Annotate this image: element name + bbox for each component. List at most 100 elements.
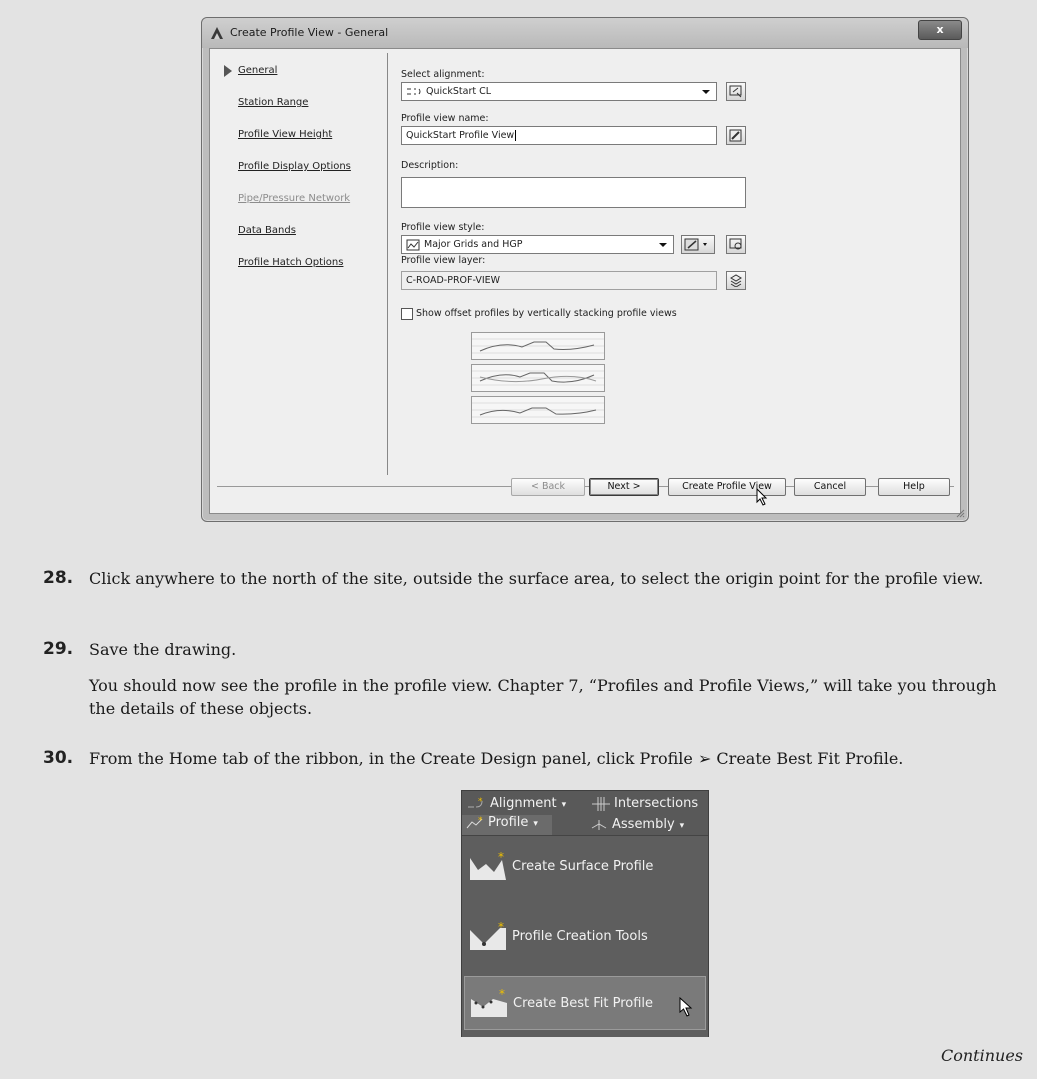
step-30: 30. From the Home tab of the ribbon, in … — [43, 747, 1009, 770]
profile-view-layer-label: Profile view layer: — [401, 255, 486, 266]
profile-label: Profile — [488, 815, 529, 830]
dialog-titlebar[interactable]: Create Profile View - General x — [202, 18, 968, 48]
nav-item-label: Pipe/Pressure Network — [238, 193, 351, 204]
step-29: 29. Save the drawing. — [43, 638, 1009, 661]
profile-view-style-label: Profile view style: — [401, 222, 485, 233]
step-number: 30. — [43, 748, 74, 768]
layers-icon — [730, 274, 742, 287]
profile-view-name-label: Profile view name: — [401, 113, 489, 124]
nav-item-data-bands[interactable]: Data Bands — [224, 225, 384, 257]
chevron-down-icon — [702, 90, 710, 94]
civil3d-app-icon — [211, 27, 223, 39]
nav-divider — [387, 53, 388, 475]
alignment-icon — [407, 88, 421, 95]
cancel-button[interactable]: Cancel — [794, 478, 866, 496]
profile-view-name-value: QuickStart Profile View — [406, 130, 515, 141]
nav-item-general[interactable]: General — [224, 65, 384, 97]
step-number: 28. — [43, 568, 74, 588]
ribbon-create-design-panel: * Alignment ▾ Intersections * Profile ▾ As… — [461, 790, 709, 1037]
profile-icon: * — [466, 816, 483, 828]
close-button[interactable]: x — [918, 20, 962, 40]
style-value: Major Grids and HGP — [424, 239, 523, 250]
menu-item-create-best-fit-profile[interactable]: * Create Best Fit Profile — [464, 976, 706, 1030]
surface-profile-icon: * — [470, 852, 506, 880]
svg-text:*: * — [498, 852, 504, 864]
nav-item-label: Profile Display Options — [238, 161, 351, 172]
mouse-pointer-icon — [756, 488, 768, 506]
svg-text:*: * — [478, 797, 483, 807]
create-profile-view-button[interactable]: Create Profile View — [668, 478, 786, 496]
help-button[interactable]: Help — [878, 478, 950, 496]
nav-item-label: Profile Hatch Options — [238, 257, 344, 268]
chevron-down-icon — [659, 243, 667, 247]
chevron-down-icon: ▾ — [533, 819, 538, 829]
profile-menu-button[interactable]: * Profile ▾ — [462, 815, 552, 835]
menu-item-label: Create Surface Profile — [512, 859, 654, 874]
mouse-pointer-icon — [679, 997, 693, 1017]
profile-preview-graphic — [472, 338, 604, 354]
chevron-down-icon: ▾ — [679, 821, 685, 831]
dialog-title: Create Profile View - General — [230, 26, 389, 39]
profile-view-name-input[interactable]: QuickStart Profile View — [401, 126, 717, 145]
profile-preview-graphic — [472, 370, 604, 386]
select-alignment-label: Select alignment: — [401, 69, 485, 80]
nav-item-profile-hatch-options[interactable]: Profile Hatch Options — [224, 257, 384, 289]
resize-grip-icon[interactable] — [955, 508, 965, 518]
profile-creation-tools-icon: * — [470, 922, 506, 950]
nav-item-label: Profile View Height — [238, 129, 333, 140]
step-text: From the Home tab of the ribbon, in the … — [89, 749, 904, 768]
best-fit-profile-icon: * — [471, 989, 507, 1017]
step-text: Click anywhere to the north of the site,… — [89, 569, 984, 588]
offset-profiles-checkbox[interactable] — [401, 308, 413, 320]
active-arrow-icon — [224, 65, 232, 77]
name-template-icon — [729, 129, 742, 142]
edit-name-template-button[interactable] — [726, 126, 746, 145]
profile-view-style-icon — [406, 239, 420, 250]
nav-item-label: General — [238, 65, 278, 76]
layer-button[interactable] — [726, 271, 746, 290]
preview-style-icon — [729, 238, 742, 250]
alignment-value: QuickStart CL — [426, 86, 492, 97]
nav-item-station-range[interactable]: Station Range — [224, 97, 384, 129]
intersections-label: Intersections — [614, 796, 699, 811]
menu-item-label: Profile Creation Tools — [512, 929, 648, 944]
step-28: 28. Click anywhere to the north of the s… — [43, 567, 1009, 590]
description-label: Description: — [401, 160, 459, 171]
svg-text:*: * — [478, 816, 483, 826]
intersections-menu-button[interactable]: Intersections — [592, 796, 698, 811]
profile-dropdown-menu: * Create Surface Profile * Profile Creat… — [462, 835, 708, 1037]
menu-item-create-surface-profile[interactable]: * Create Surface Profile — [464, 840, 706, 894]
stacked-view-preview-top — [471, 332, 605, 360]
edit-style-icon — [684, 238, 707, 251]
pick-alignment-button[interactable] — [726, 82, 746, 101]
assembly-label: Assembly — [612, 817, 675, 832]
description-textarea[interactable] — [401, 177, 746, 208]
alignment-select[interactable]: QuickStart CL — [401, 82, 717, 101]
pick-from-drawing-icon — [729, 85, 742, 98]
create-profile-view-dialog: Create Profile View - General x General … — [201, 17, 969, 522]
intersections-icon — [592, 796, 610, 811]
profile-view-layer-field: C-ROAD-PROF-VIEW — [401, 271, 717, 290]
profile-view-style-select[interactable]: Major Grids and HGP — [401, 235, 674, 254]
style-edit-dropdown-button[interactable] — [681, 235, 715, 254]
back-button[interactable]: < Back — [511, 478, 585, 496]
next-button[interactable]: Next > — [589, 478, 659, 496]
nav-item-profile-display-options[interactable]: Profile Display Options — [224, 161, 384, 193]
alignment-icon: * — [468, 797, 483, 807]
alignment-menu-button[interactable]: * Alignment ▾ — [466, 796, 566, 811]
nav-item-profile-view-height[interactable]: Profile View Height — [224, 129, 384, 161]
offset-profiles-label: Show offset profiles by vertically stack… — [416, 308, 677, 319]
dialog-client-area: General Station Range Profile View Heigh… — [209, 48, 961, 514]
step-number: 29. — [43, 639, 74, 659]
chevron-down-icon: ▾ — [561, 800, 567, 810]
svg-text:*: * — [498, 922, 504, 934]
step-text: Save the drawing. — [89, 640, 237, 659]
assembly-menu-button[interactable]: Assembly ▾ — [590, 817, 684, 832]
continues-label: Continues — [940, 1046, 1023, 1065]
menu-item-profile-creation-tools[interactable]: * Profile Creation Tools — [464, 910, 706, 964]
pick-style-button[interactable] — [726, 235, 746, 254]
assembly-icon — [591, 819, 607, 830]
alignment-label: Alignment — [490, 796, 557, 811]
svg-text:*: * — [499, 989, 505, 1001]
text-caret — [515, 130, 517, 141]
